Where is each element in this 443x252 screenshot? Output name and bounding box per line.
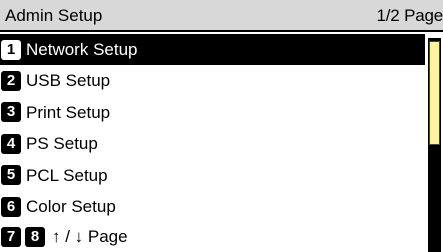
- page-indicator: 1/2 Page: [376, 6, 443, 25]
- menu-item-print-setup[interactable]: 3 Print Setup: [0, 97, 425, 128]
- number-badge: 5: [1, 165, 21, 186]
- menu-item-pcl-setup[interactable]: 5 PCL Setup: [0, 160, 425, 191]
- menu-item-label: PS Setup: [26, 134, 98, 154]
- number-badge: 1: [1, 39, 21, 60]
- menu-item-label: USB Setup: [26, 71, 111, 91]
- header-bar: Admin Setup 1/2 Page: [0, 0, 443, 32]
- scrollbar[interactable]: [428, 38, 441, 252]
- menu-item-ps-setup[interactable]: 4 PS Setup: [0, 128, 425, 159]
- page-down-badge[interactable]: 8: [25, 227, 45, 247]
- page-navigation[interactable]: 7 8 ↑ / ↓ Page: [0, 222, 128, 252]
- menu-item-label: PCL Setup: [26, 165, 108, 185]
- menu-item-usb-setup[interactable]: 2 USB Setup: [0, 65, 425, 96]
- menu-item-color-setup[interactable]: 6 Color Setup: [0, 191, 425, 222]
- menu-item-label: Network Setup: [26, 40, 138, 59]
- screen-title: Admin Setup: [5, 6, 103, 25]
- page-navigation-label: ↑ / ↓ Page: [52, 227, 128, 246]
- number-badge: 6: [1, 196, 21, 217]
- number-badge: 4: [1, 133, 21, 154]
- menu-item-label: Color Setup: [26, 196, 116, 216]
- number-badge: 2: [1, 71, 21, 92]
- scrollbar-thumb[interactable]: [429, 41, 440, 145]
- menu-item-label: Print Setup: [26, 102, 111, 122]
- setup-menu: 1 Network Setup 2 USB Setup 3 Print Setu…: [0, 34, 425, 222]
- number-badge: 3: [1, 102, 21, 123]
- page-up-badge[interactable]: 7: [1, 227, 21, 247]
- menu-item-network-setup[interactable]: 1 Network Setup: [0, 34, 425, 66]
